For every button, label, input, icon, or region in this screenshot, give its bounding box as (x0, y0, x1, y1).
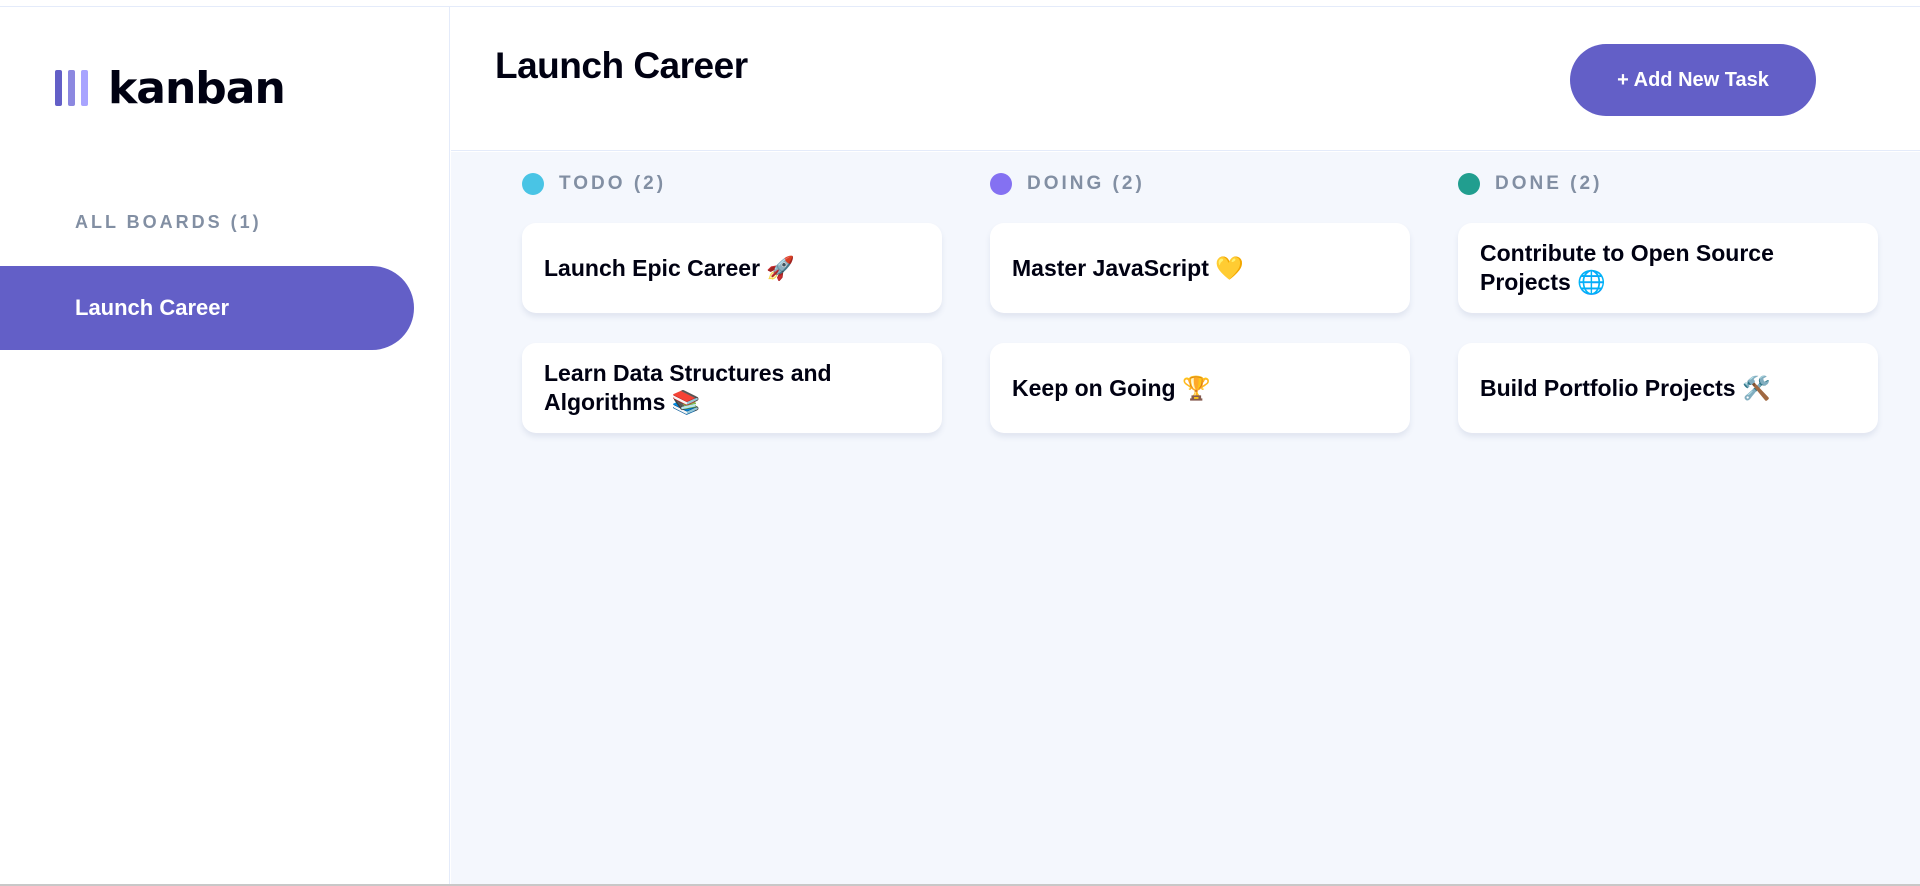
task-card[interactable]: Learn Data Structures and Algorithms 📚 (522, 343, 942, 433)
doing-status-dot-icon (990, 173, 1012, 195)
app-root: kanban ALL BOARDS (1) Launch Career Laun… (0, 0, 1920, 886)
task-card[interactable]: Build Portfolio Projects 🛠️ (1458, 343, 1878, 433)
page-title: Launch Career (495, 45, 748, 86)
all-boards-heading: ALL BOARDS (1) (75, 212, 262, 232)
task-card[interactable]: Keep on Going 🏆 (990, 343, 1410, 433)
logo-bar (68, 70, 75, 106)
sidebar: kanban ALL BOARDS (1) Launch Career (0, 7, 450, 884)
sidebar-item-launch-career[interactable]: Launch Career (0, 266, 414, 350)
task-title: Contribute to Open Source Projects 🌐 (1480, 240, 1774, 295)
task-card[interactable]: Master JavaScript 💛 (990, 223, 1410, 313)
task-title: Master JavaScript 💛 (1012, 254, 1244, 281)
task-title: Build Portfolio Projects 🛠️ (1480, 374, 1771, 401)
sidebar-item-label: Launch Career (75, 295, 230, 320)
logo-text: kanban (108, 62, 286, 114)
done-status-dot-icon (1458, 173, 1480, 195)
kanban-logo-icon (55, 70, 88, 106)
column-header: TODO (2) (522, 169, 666, 199)
todo-status-dot-icon (522, 173, 544, 195)
add-new-task-button[interactable]: + Add New Task (1570, 44, 1816, 116)
task-title: Launch Epic Career 🚀 (544, 254, 796, 281)
column-title: TODO (2) (559, 173, 667, 194)
column-title: DOING (2) (1027, 173, 1145, 194)
column-title: DONE (2) (1495, 173, 1603, 194)
task-card[interactable]: Contribute to Open Source Projects 🌐 (1458, 223, 1878, 313)
task-title: Keep on Going 🏆 (1012, 374, 1211, 401)
board: TODO (2) Launch Epic Career 🚀 Learn Data… (451, 152, 1920, 884)
task-card[interactable]: Launch Epic Career 🚀 (522, 223, 942, 313)
logo: kanban (55, 62, 286, 114)
logo-bar (81, 70, 88, 106)
header: Launch Career + Add New Task (451, 7, 1920, 151)
logo-bar (55, 70, 62, 106)
task-title: Learn Data Structures and Algorithms 📚 (544, 360, 832, 415)
column-header: DONE (2) (1458, 169, 1602, 199)
column-header: DOING (2) (990, 169, 1145, 199)
